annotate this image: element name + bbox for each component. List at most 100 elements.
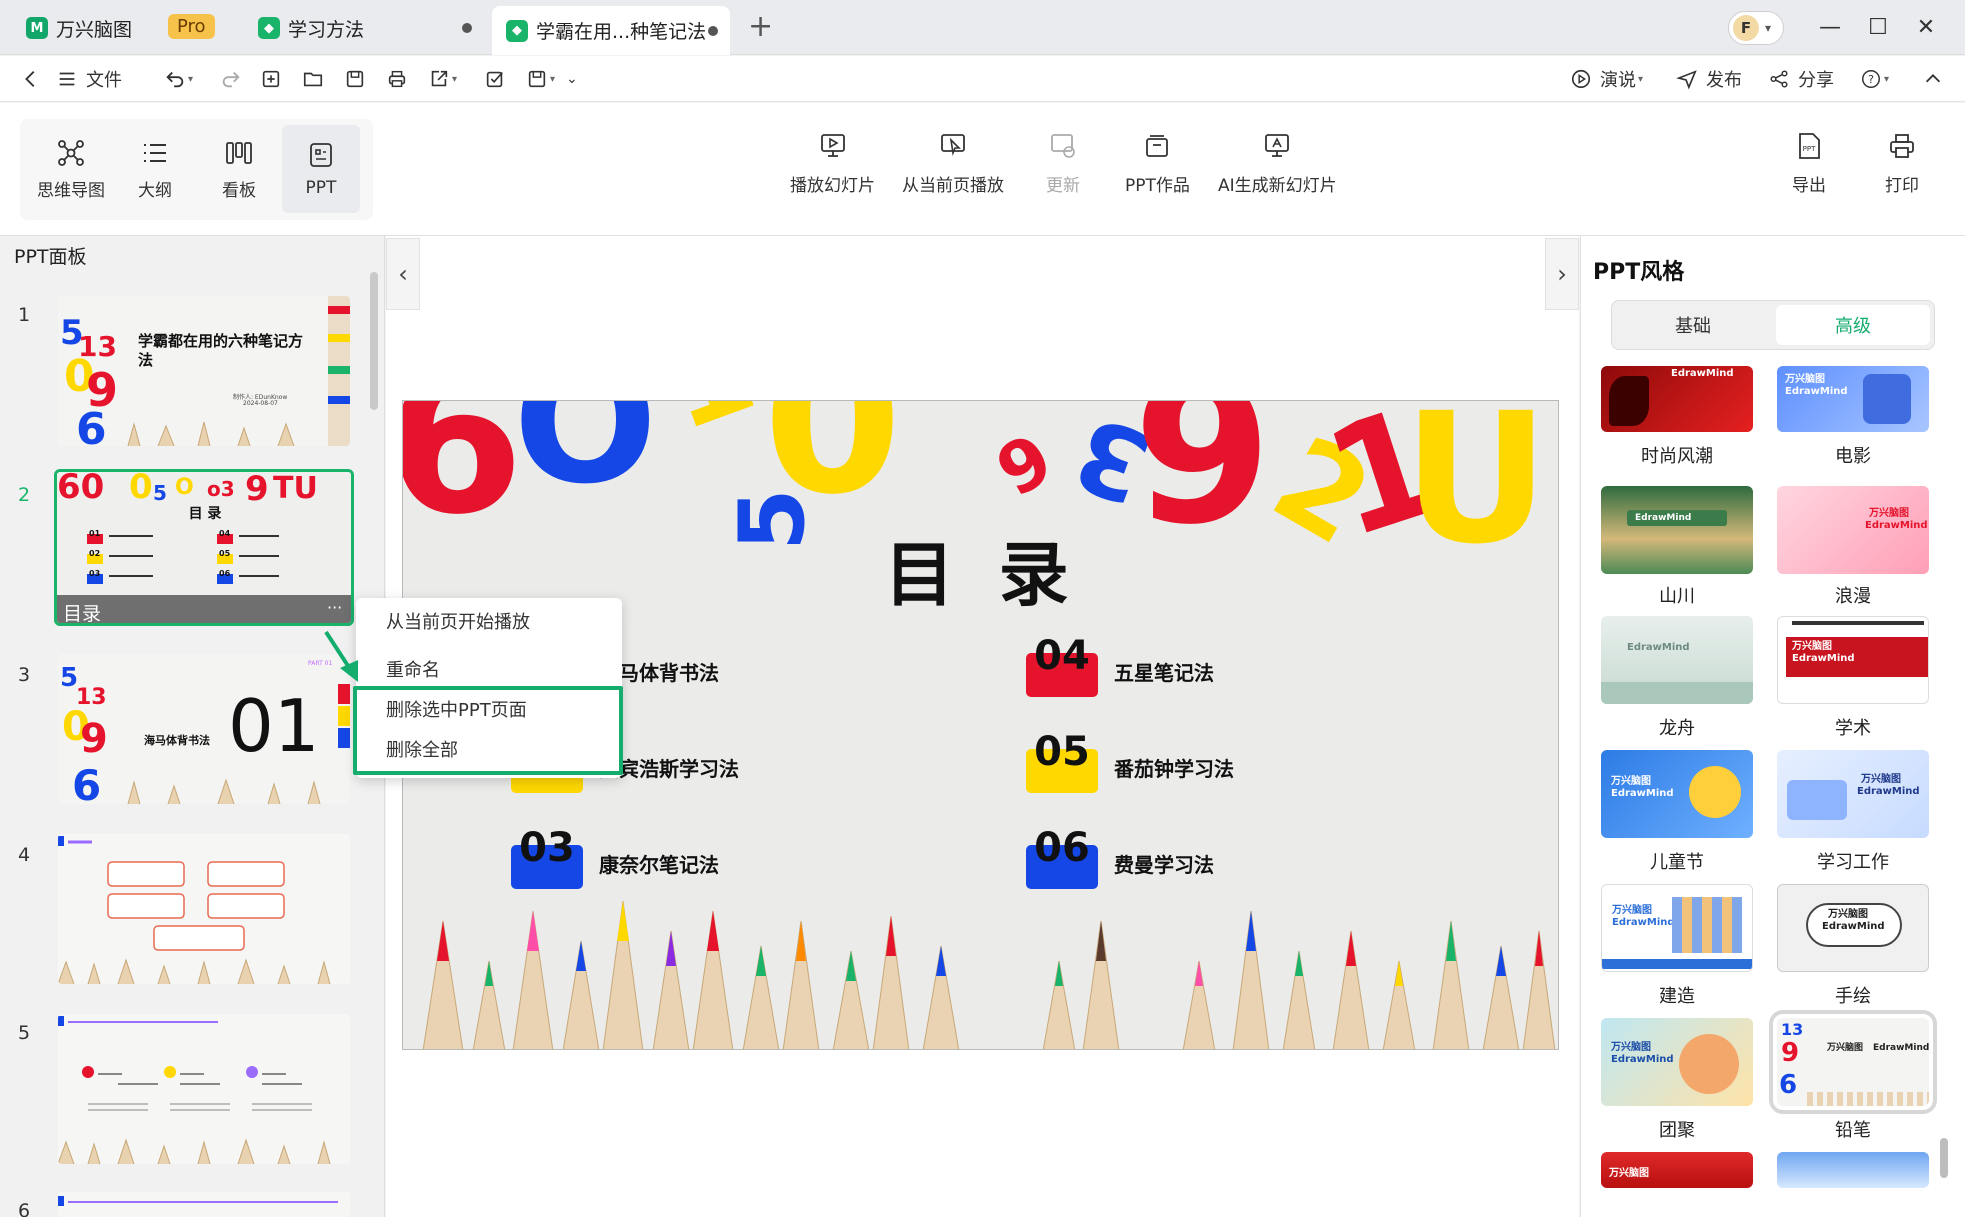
menu-rename[interactable]: 重命名: [386, 656, 440, 682]
chevron-down-icon: ▾: [188, 73, 194, 85]
collapse-left-panel-button[interactable]: ‹: [386, 238, 420, 310]
svg-text:05: 05: [219, 549, 231, 558]
print-button[interactable]: 打印: [1885, 131, 1919, 196]
panel-title: PPT面板: [14, 246, 87, 268]
style-card-hand-drawn[interactable]: 万兴脑图 EdrawMind: [1777, 884, 1929, 972]
svg-text:PPT: PPT: [1803, 145, 1816, 153]
close-window-button[interactable]: ✕: [1908, 10, 1944, 44]
slide-thumbnail-5[interactable]: [58, 1014, 350, 1164]
play-slideshow-button[interactable]: 播放幻灯片: [790, 131, 875, 196]
present-button[interactable]: 演说 ▾: [1570, 64, 1643, 94]
toc-number-box: 03: [511, 825, 583, 889]
collapse-right-panel-button[interactable]: ›: [1545, 238, 1579, 310]
chevron-right-icon: ›: [1557, 260, 1567, 288]
ppt-works-button[interactable]: PPT作品: [1125, 131, 1190, 196]
view-ppt-button[interactable]: PPT: [282, 125, 360, 213]
more-options-icon[interactable]: ···: [327, 598, 342, 617]
update-button[interactable]: 更新: [1046, 131, 1080, 196]
menu-bar: 文件 ▾ ▾ ▾ ⌄ 演说 ▾ 发布 分享 ? ▾: [0, 56, 1965, 102]
tab-label: 学霸在用...种笔记法: [536, 21, 707, 43]
view-outline-button[interactable]: 大纲: [116, 125, 194, 213]
slide-thumbnail-2[interactable]: 60 0 5 O o3 9 TU 目 录 01 02 03 04 05 06 目…: [54, 469, 354, 626]
export-quick-button[interactable]: ▾: [428, 64, 457, 94]
tab-note-methods[interactable]: ◆ 学霸在用...种笔记法: [492, 6, 730, 55]
style-card-next-2[interactable]: [1777, 1152, 1929, 1188]
style-card-academic[interactable]: 万兴脑图 EdrawMind: [1777, 616, 1929, 704]
style-card-mountains[interactable]: EdrawMind: [1601, 486, 1753, 574]
style-card-construction[interactable]: 万兴脑图 EdrawMind: [1601, 884, 1753, 972]
ppt-style-panel: PPT风格 基础 高级 EdrawMind 时尚风潮 万兴脑图 EdrawMin…: [1580, 236, 1965, 1217]
part-number: 01: [228, 684, 320, 768]
slide-number: 4: [18, 844, 31, 866]
panel-scrollbar[interactable]: [370, 272, 378, 410]
style-card-next-1[interactable]: 万兴脑图: [1601, 1152, 1753, 1188]
card-brand-text: EdrawMind: [1611, 788, 1674, 799]
style-card-fashion[interactable]: EdrawMind: [1601, 366, 1753, 432]
style-panel-scrollbar[interactable]: [1940, 1138, 1948, 1178]
save-as-button[interactable]: ▾: [526, 64, 555, 94]
play-from-current-button[interactable]: 从当前页播放: [902, 131, 1004, 196]
style-card-reunion[interactable]: 万兴脑图 EdrawMind: [1601, 1018, 1753, 1106]
export-button[interactable]: PPT 导出: [1792, 131, 1826, 196]
print-quick-button[interactable]: [386, 64, 408, 94]
svg-text:02: 02: [89, 549, 100, 558]
help-button[interactable]: ? ▾: [1860, 64, 1889, 94]
style-card-study-work[interactable]: 万兴脑图 EdrawMind: [1777, 750, 1929, 838]
view-kanban-button[interactable]: 看板: [200, 125, 278, 213]
account-avatar[interactable]: F ▾: [1728, 11, 1784, 45]
ai-slide-icon: [1265, 134, 1290, 157]
tab-label: 万兴脑图: [56, 18, 133, 41]
save-button[interactable]: [344, 64, 366, 94]
slide-thumbnail-4[interactable]: [58, 834, 350, 984]
style-card-romance[interactable]: 万兴脑图 EdrawMind: [1777, 486, 1929, 574]
task-button[interactable]: [484, 64, 506, 94]
tab-study-methods[interactable]: ◆ 学习方法: [244, 8, 484, 48]
rb-label: 导出: [1792, 176, 1826, 196]
publish-button[interactable]: 发布: [1676, 64, 1742, 94]
style-card-pencil[interactable]: 13 9 6 万兴脑图 EdrawMind: [1769, 1010, 1937, 1114]
new-file-button[interactable]: [260, 64, 282, 94]
card-brand-text: EdrawMind: [1671, 368, 1734, 379]
back-button[interactable]: [20, 64, 42, 94]
style-card-childrens-day[interactable]: 万兴脑图 EdrawMind: [1601, 750, 1753, 838]
toc-number-box: 06: [1026, 825, 1098, 889]
toc-number: 04: [1034, 633, 1090, 679]
undo-button[interactable]: ▾: [164, 64, 193, 94]
unsaved-dot-icon: [462, 23, 472, 33]
card-rule: [1792, 621, 1924, 625]
panel-title: PPT风格: [1593, 260, 1685, 285]
slide-thumbnail-6[interactable]: [58, 1192, 350, 1217]
pro-badge[interactable]: Pro: [168, 14, 215, 39]
toc-item-03: 03 康奈尔笔记法: [511, 825, 719, 889]
style-tab-switch: 基础 高级: [1611, 300, 1935, 350]
style-label: 龙舟: [1659, 718, 1695, 739]
minimize-button[interactable]: —: [1812, 10, 1848, 44]
open-file-button[interactable]: [302, 64, 324, 94]
highlight-box: [353, 686, 623, 775]
redo-button[interactable]: [220, 64, 242, 94]
ai-generate-slides-button[interactable]: AI生成新幻灯片: [1218, 131, 1337, 196]
slide-number: 2: [18, 484, 31, 506]
menu-play-from-here[interactable]: 从当前页开始播放: [386, 608, 530, 634]
style-card-movie[interactable]: 万兴脑图 EdrawMind: [1777, 366, 1929, 432]
tab-advanced[interactable]: 高级: [1776, 305, 1930, 345]
maximize-button[interactable]: ☐: [1860, 10, 1896, 44]
view-mindmap-button[interactable]: 思维导图: [32, 125, 110, 213]
slide-thumbnail-3[interactable]: 5 13 0 9 6 01 海马体背书法 PART 01: [58, 654, 350, 804]
style-card-dragon-boat[interactable]: EdrawMind: [1601, 616, 1753, 704]
share-button[interactable]: 分享: [1768, 64, 1834, 94]
card-figure: [1672, 897, 1742, 953]
style-label: 铅笔: [1835, 1120, 1871, 1141]
tab-basic[interactable]: 基础: [1616, 305, 1770, 345]
more-tools-button[interactable]: ⌄: [566, 64, 578, 94]
card-brand-text: 万兴脑图: [1611, 776, 1651, 787]
toc-item-06: 06 费曼学习法: [1026, 825, 1214, 889]
slide-thumbnail-1[interactable]: 5 13 0 9 6 学霸都在用的六种笔记方法 制作人: EDunKnow 20…: [58, 296, 350, 446]
new-tab-button[interactable]: +: [748, 12, 773, 42]
file-menu[interactable]: 文件: [56, 64, 122, 94]
toc-item-04: 04 五星笔记法: [1026, 633, 1214, 697]
slideshow-cursor-icon: [941, 134, 965, 157]
share-icon: [1770, 70, 1788, 88]
toc-text: 费曼学习法: [1114, 852, 1214, 877]
collapse-ribbon-button[interactable]: [1922, 64, 1944, 94]
